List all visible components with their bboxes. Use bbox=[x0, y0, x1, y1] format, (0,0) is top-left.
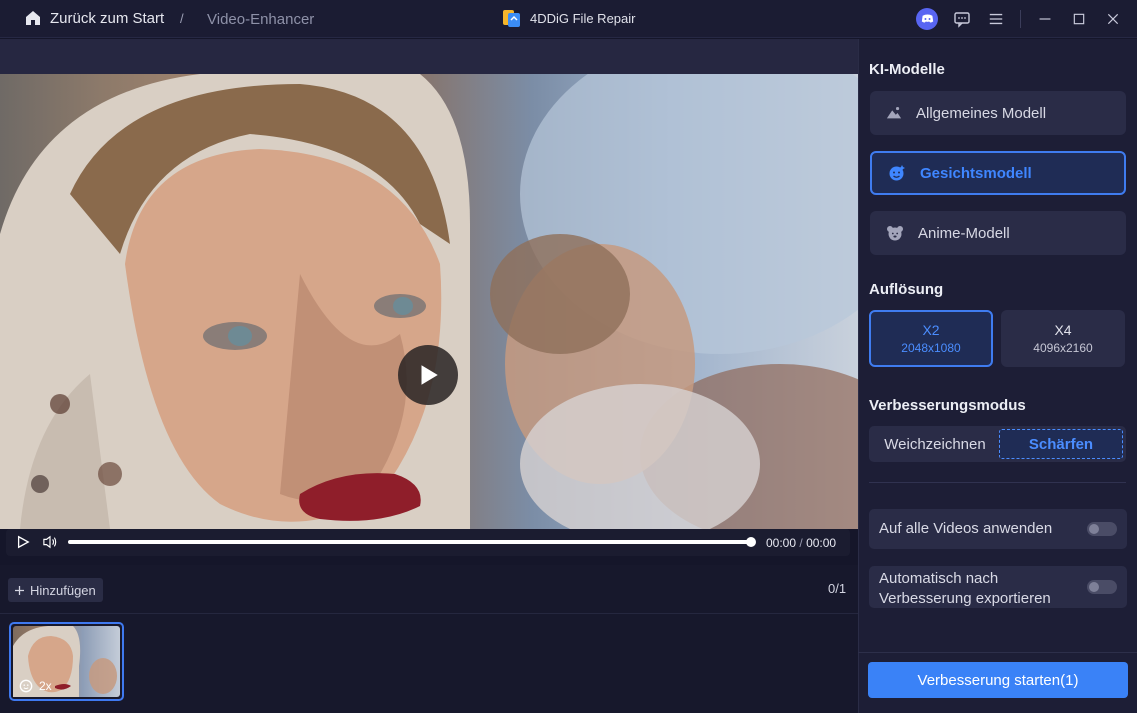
window-controls bbox=[916, 8, 1123, 30]
enhancement-mode-title: Verbesserungsmodus bbox=[869, 397, 1026, 414]
add-video-button[interactable]: Hinzufügen bbox=[8, 578, 103, 602]
progress-handle[interactable] bbox=[746, 537, 756, 547]
auto-export-toggle[interactable] bbox=[1087, 580, 1117, 594]
apply-all-row: Auf alle Videos anwenden bbox=[869, 509, 1127, 549]
thumbnail-image: 2x bbox=[13, 626, 120, 697]
resolution-x4-size: 4096x2160 bbox=[1033, 341, 1093, 355]
queue-count: 0/1 bbox=[828, 581, 847, 596]
panel-divider bbox=[869, 482, 1126, 483]
apply-all-toggle[interactable] bbox=[1087, 522, 1117, 536]
minimize-icon[interactable] bbox=[1035, 9, 1055, 29]
close-icon[interactable] bbox=[1103, 9, 1123, 29]
time-separator: / bbox=[799, 536, 803, 550]
face-icon bbox=[889, 165, 905, 181]
face-icon bbox=[19, 679, 33, 693]
resolution-x4-label: X4 bbox=[1054, 322, 1072, 338]
app-title: 4DDiG File Repair bbox=[502, 8, 635, 28]
resolution-x4-button[interactable]: X4 4096x2160 bbox=[1001, 310, 1125, 367]
progress-track[interactable] bbox=[68, 540, 752, 544]
app-logo-icon bbox=[502, 8, 522, 28]
title-bar: Zurück zum Start / Video-Enhancer 4DDiG … bbox=[0, 0, 1137, 38]
video-preview[interactable] bbox=[0, 74, 858, 529]
settings-panel bbox=[858, 39, 1137, 713]
current-time: 00:00 bbox=[766, 536, 797, 550]
home-icon bbox=[26, 11, 40, 25]
face-model-label: Gesichtsmodell bbox=[920, 164, 1032, 182]
resolution-title: Auflösung bbox=[869, 281, 944, 298]
video-thumbnail[interactable]: 2x bbox=[9, 622, 124, 701]
toolbar-divider bbox=[1020, 10, 1021, 28]
enhancement-mode-selector: Weichzeichnen Schärfen bbox=[869, 426, 1126, 462]
ai-models-title: KI-Modelle bbox=[869, 61, 945, 78]
volume-icon[interactable] bbox=[42, 535, 58, 549]
anime-model-label: Anime-Modell bbox=[918, 224, 1010, 242]
back-label: Zurück zum Start bbox=[50, 9, 165, 27]
menu-icon[interactable] bbox=[986, 9, 1006, 29]
face-model-button[interactable]: Gesichtsmodell bbox=[870, 151, 1126, 195]
thumbnail-badge: 2x bbox=[19, 679, 52, 693]
general-model-button[interactable]: Allgemeines Modell bbox=[870, 91, 1126, 135]
add-video-label: Hinzufügen bbox=[30, 582, 96, 598]
play-overlay-button[interactable] bbox=[398, 345, 458, 405]
mode-soften-label: Weichzeichnen bbox=[884, 435, 986, 453]
anime-model-button[interactable]: Anime-Modell bbox=[870, 211, 1126, 255]
play-icon bbox=[421, 365, 438, 385]
maximize-icon[interactable] bbox=[1069, 9, 1089, 29]
mode-sharpen-option[interactable]: Schärfen bbox=[999, 429, 1123, 459]
app-title-text: 4DDiG File Repair bbox=[530, 10, 636, 26]
auto-export-row: Automatisch nach Verbesserung exportiere… bbox=[869, 566, 1127, 608]
back-to-start-button[interactable]: Zurück zum Start bbox=[24, 9, 164, 27]
duration: 00:00 bbox=[806, 536, 837, 550]
start-enhancement-button[interactable]: Verbesserung starten(1) bbox=[868, 662, 1128, 698]
apply-all-label: Auf alle Videos anwenden bbox=[879, 520, 1053, 537]
discord-icon[interactable] bbox=[916, 8, 938, 30]
breadcrumb-current: Video-Enhancer bbox=[207, 11, 315, 28]
start-enhancement-label: Verbesserung starten(1) bbox=[917, 671, 1079, 689]
time-display: 00:00 / 00:00 bbox=[766, 536, 836, 550]
resolution-x2-size: 2048x1080 bbox=[901, 341, 961, 355]
panel-footer-divider bbox=[858, 652, 1137, 653]
mode-soften-option[interactable]: Weichzeichnen bbox=[873, 429, 997, 459]
feedback-icon[interactable] bbox=[952, 9, 972, 29]
landscape-icon bbox=[886, 106, 902, 119]
resolution-x2-label: X2 bbox=[922, 322, 940, 338]
mode-sharpen-label: Schärfen bbox=[1028, 435, 1094, 453]
queue-area bbox=[0, 565, 858, 713]
queue-divider bbox=[0, 613, 858, 614]
scale-badge: 2x bbox=[39, 679, 52, 693]
anime-bear-icon bbox=[887, 226, 903, 241]
video-header-strip bbox=[0, 39, 858, 74]
play-icon[interactable] bbox=[16, 535, 30, 549]
video-frame-image bbox=[0, 74, 858, 529]
plus-icon bbox=[15, 585, 24, 595]
general-model-label: Allgemeines Modell bbox=[916, 104, 1047, 122]
breadcrumb-separator: / bbox=[180, 11, 184, 26]
player-controls: 00:00 / 00:00 bbox=[6, 529, 850, 556]
resolution-x2-button[interactable]: X2 2048x1080 bbox=[869, 310, 993, 367]
